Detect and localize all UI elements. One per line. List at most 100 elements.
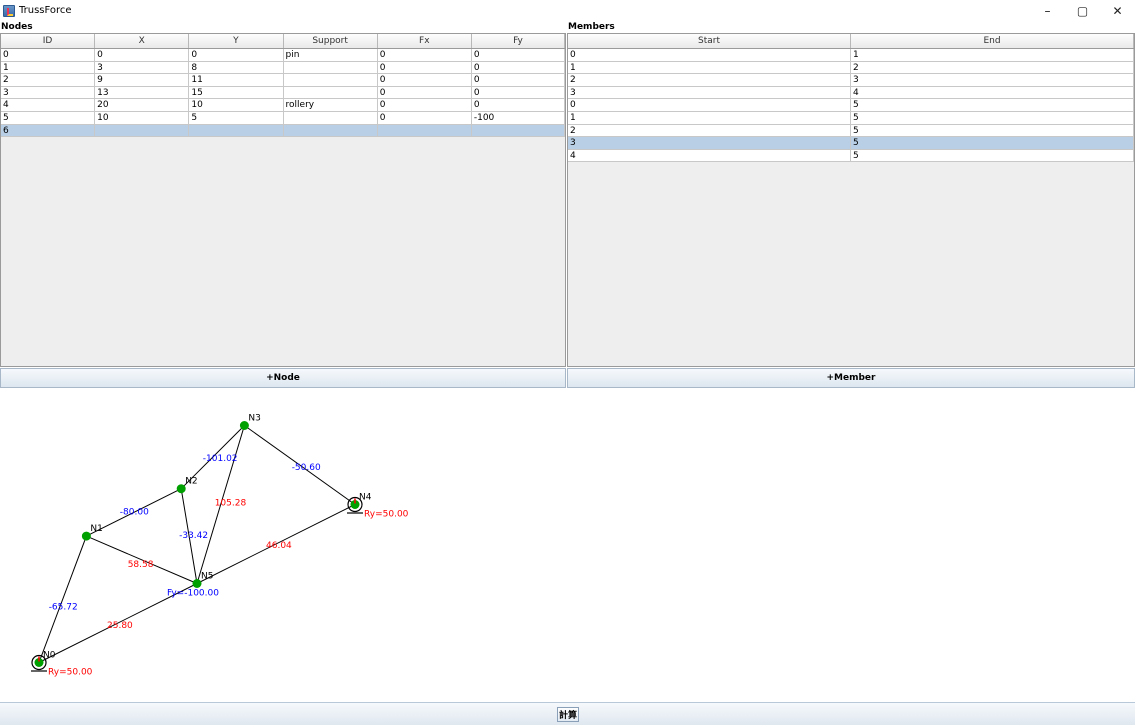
node-cell[interactable]: [377, 124, 472, 138]
node-cell[interactable]: 1: [1, 61, 96, 75]
node-cell[interactable]: 0: [95, 49, 190, 62]
node-table-row[interactable]: 4 20 10 rollery 0 0: [1, 99, 565, 112]
node-cell[interactable]: 3: [1, 86, 96, 100]
member-cell[interactable]: 2: [568, 124, 851, 138]
member-cell[interactable]: 2: [568, 74, 851, 87]
member-cell[interactable]: 5: [851, 149, 1134, 163]
node-cell[interactable]: pin: [283, 49, 378, 62]
node-cell[interactable]: 10: [189, 99, 284, 112]
close-icon[interactable]: ✕: [1100, 0, 1135, 21]
member-cell[interactable]: 0: [568, 99, 851, 112]
members-table-body[interactable]: 011223340515253545: [568, 49, 1134, 163]
member-force-label: -33.42: [179, 531, 208, 541]
member-column-header[interactable]: End: [851, 34, 1134, 48]
node-cell[interactable]: 0: [377, 49, 472, 62]
node-cell[interactable]: 5: [1, 111, 96, 125]
node-cell[interactable]: 3: [95, 61, 190, 75]
maximize-icon[interactable]: ▢: [1065, 0, 1100, 21]
node-cell[interactable]: [283, 111, 378, 125]
member-cell[interactable]: 1: [568, 61, 851, 75]
member-force-label: 105.28: [215, 499, 247, 509]
member-cell[interactable]: 5: [851, 124, 1134, 138]
member-cell[interactable]: 3: [851, 74, 1134, 87]
node-column-header[interactable]: Support: [284, 34, 378, 48]
member-table-row[interactable]: 35: [568, 137, 1134, 150]
calculate-button[interactable]: 計算: [557, 707, 579, 722]
node-cell[interactable]: -100: [471, 111, 565, 125]
member-column-header[interactable]: Start: [568, 34, 851, 48]
add-node-button[interactable]: +Node: [0, 368, 566, 388]
node-cell[interactable]: 6: [1, 124, 96, 138]
node-cell[interactable]: 0: [471, 74, 565, 87]
member-cell[interactable]: 0: [568, 49, 851, 62]
node-cell[interactable]: 9: [95, 74, 190, 87]
member-cell[interactable]: 2: [851, 61, 1134, 75]
node-cell[interactable]: 20: [95, 99, 190, 112]
node-cell[interactable]: [471, 124, 565, 138]
node-cell[interactable]: rollery: [283, 99, 378, 112]
node-cell[interactable]: [189, 124, 284, 138]
member-table-row[interactable]: 25: [568, 124, 1134, 138]
node-cell[interactable]: 0: [377, 74, 472, 87]
node-column-header[interactable]: Y: [189, 34, 284, 48]
members-table[interactable]: Start End 011223340515253545: [567, 33, 1135, 367]
nodes-table[interactable]: ID X Y Support Fx Fy 0 0 0 pin 0 0 1 3 8 0 0 2 9 11 0 0 3 13 15…: [0, 33, 566, 367]
member-table-row[interactable]: 45: [568, 149, 1134, 163]
node-table-row[interactable]: 2 9 11 0 0: [1, 74, 565, 87]
node-cell[interactable]: 11: [189, 74, 284, 87]
node-table-row[interactable]: 138 00: [1, 61, 565, 75]
member-cell[interactable]: 5: [851, 99, 1134, 112]
node-column-header[interactable]: Fy: [472, 34, 565, 48]
member-cell[interactable]: 3: [568, 137, 851, 150]
member-table-row[interactable]: 01: [568, 49, 1134, 62]
member-table-row[interactable]: 12: [568, 61, 1134, 75]
member-cell[interactable]: 4: [851, 86, 1134, 100]
member-cell[interactable]: 5: [851, 111, 1134, 125]
member-table-row[interactable]: 34: [568, 86, 1134, 100]
member-cell[interactable]: 5: [851, 137, 1134, 150]
node-cell[interactable]: [283, 74, 378, 87]
node-cell[interactable]: 0: [1, 49, 96, 62]
node-cell[interactable]: 0: [377, 99, 472, 112]
member-table-row[interactable]: 23: [568, 74, 1134, 87]
node-column-header[interactable]: ID: [1, 34, 96, 48]
node-cell[interactable]: 0: [377, 61, 472, 75]
node-cell[interactable]: 10: [95, 111, 190, 125]
node-cell[interactable]: 0: [471, 86, 565, 100]
node-table-row[interactable]: 5 10 5 0 -100: [1, 111, 565, 125]
node-cell[interactable]: [283, 124, 378, 138]
nodes-table-body[interactable]: 0 0 0 pin 0 0 1 3 8 0 0 2 9 11 0 0 3 13 15 0 0 4 20 10 rollery 0 0…: [1, 49, 565, 138]
node-cell[interactable]: [95, 124, 190, 138]
node-cell[interactable]: 0: [471, 61, 565, 75]
members-table-header: Start End: [568, 34, 1134, 49]
truss-canvas[interactable]: N0 N1 N2 N3 N4 N5 Ry=50.00 Ry=50.00 Fy=-100.00 -6…: [0, 390, 1135, 702]
node-table-row[interactable]: 3 13 15 0 0: [1, 86, 565, 100]
member-cell[interactable]: 3: [568, 86, 851, 100]
node-cell[interactable]: 0: [377, 86, 472, 100]
node-cell[interactable]: 4: [1, 99, 96, 112]
node-cell[interactable]: 15: [189, 86, 284, 100]
node-table-row[interactable]: 0 0 0 pin 0 0: [1, 49, 565, 62]
member-cell[interactable]: 4: [568, 149, 851, 163]
member-cell[interactable]: 1: [568, 111, 851, 125]
node-cell[interactable]: 8: [189, 61, 284, 75]
node-cell[interactable]: 0: [377, 111, 472, 125]
node-column-header[interactable]: Fx: [378, 34, 472, 48]
node-cell[interactable]: 0: [471, 99, 565, 112]
member-table-row[interactable]: 05: [568, 99, 1134, 112]
node-cell[interactable]: 0: [189, 49, 284, 62]
node-cell[interactable]: [283, 86, 378, 100]
nodes-table-header: ID X Y Support Fx Fy: [1, 34, 565, 49]
node-label: N4: [359, 493, 372, 503]
minimize-icon[interactable]: –: [1030, 0, 1065, 21]
member-cell[interactable]: 1: [851, 49, 1134, 62]
add-member-button[interactable]: +Member: [567, 368, 1135, 388]
node-cell[interactable]: [283, 61, 378, 75]
node-cell[interactable]: 2: [1, 74, 96, 87]
member-table-row[interactable]: 15: [568, 111, 1134, 125]
node-cell[interactable]: 5: [189, 111, 284, 125]
node-cell[interactable]: 13: [95, 86, 190, 100]
node-column-header[interactable]: X: [95, 34, 190, 48]
node-table-row[interactable]: 6: [1, 124, 565, 138]
node-cell[interactable]: 0: [471, 49, 565, 62]
